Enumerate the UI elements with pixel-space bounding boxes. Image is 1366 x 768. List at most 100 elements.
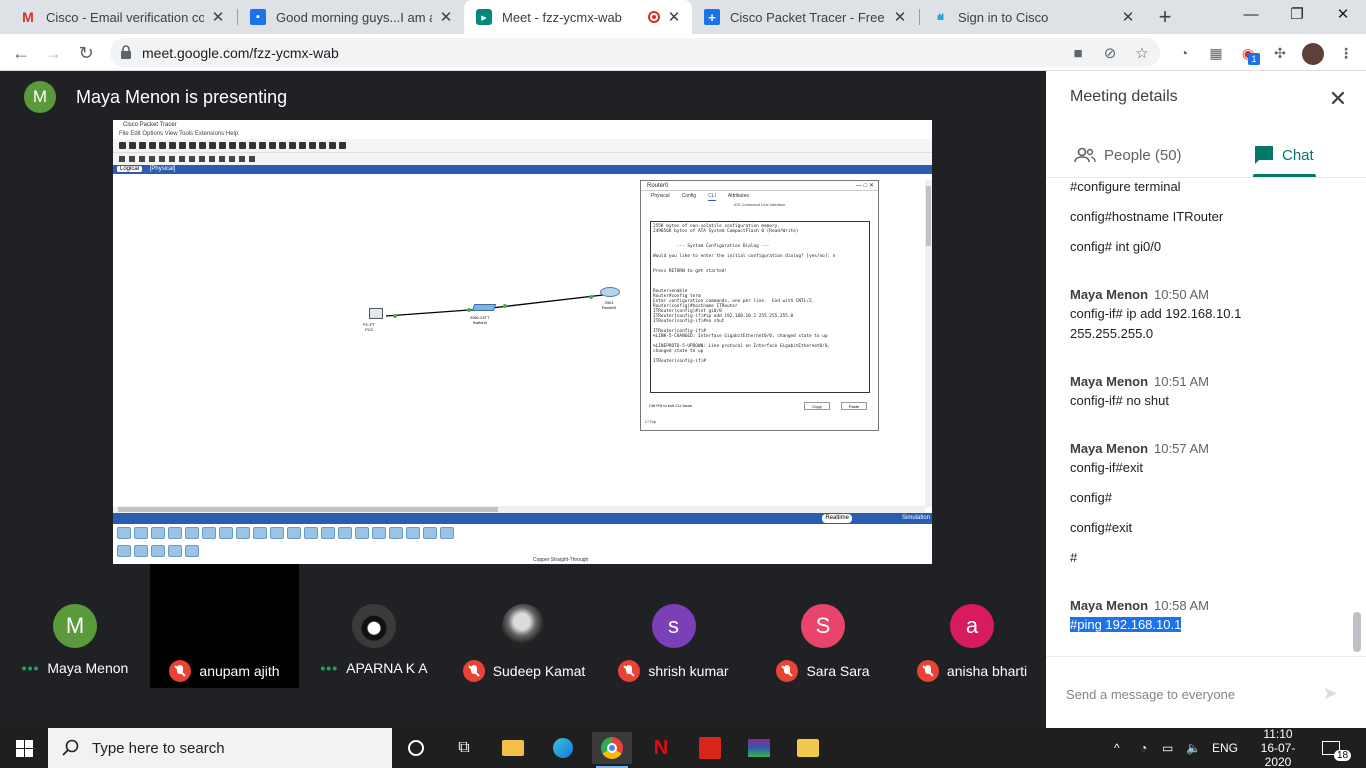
tab-people[interactable]: People (50) [1074, 133, 1182, 177]
chat-messages[interactable]: #configure terminal config#hostname ITRo… [1046, 177, 1366, 657]
task-view-icon[interactable]: ⧉ [444, 732, 484, 764]
router-tab-config[interactable]: Config [682, 191, 696, 201]
top-checkbox[interactable]: ☐ Top [645, 419, 656, 424]
router-tabs: Physical Config CLI Attributes [641, 191, 878, 201]
forward-button[interactable]: → [40, 40, 66, 66]
url-text: meet.google.com/fzz-ycmx-wab [142, 45, 339, 61]
pt-menu: File Edit Options View Tools Extensions … [119, 131, 239, 137]
reload-button[interactable]: ↻ [73, 40, 99, 66]
avatar[interactable] [1302, 43, 1324, 65]
tab-title: Good morning guys...I am atta [276, 9, 432, 25]
extension-icon[interactable]: ▦ [1206, 43, 1226, 63]
router-label: 2901 Router0 [602, 300, 617, 310]
presenter-avatar: M [24, 81, 56, 113]
cli-output[interactable]: 255K bytes of non-volatile configuration… [650, 221, 870, 393]
tab-meet[interactable]: ▸ Meet - fzz-ycmx-wab ✕ [464, 0, 692, 34]
extension-badge: 1 [1248, 53, 1260, 65]
participant-tile[interactable]: anupam ajith [150, 564, 299, 688]
packet-tracer-icon[interactable] [788, 732, 828, 764]
windows-start-icon[interactable] [4, 732, 44, 764]
network-icon[interactable]: ◔ [1140, 728, 1147, 768]
show-hidden-icon[interactable]: ^ [1114, 728, 1120, 768]
pt-horizontal-scrollbar[interactable] [113, 506, 925, 513]
tab-chat[interactable]: Chat [1254, 133, 1314, 177]
bookmark-star-icon[interactable]: ☆ [1132, 44, 1152, 64]
taskbar: Type here to search ⧉ N ^ ◔ ▭ 🔈 ENG 11:1… [0, 727, 1366, 768]
avatar: s [651, 604, 696, 648]
volume-icon[interactable]: 🔈 [1186, 728, 1201, 768]
participant-tile[interactable]: S Sara Sara [748, 564, 898, 688]
realtime-mode[interactable]: Realtime [822, 514, 852, 523]
address-bar[interactable]: meet.google.com/fzz-ycmx-wab ■ ⊘ ☆ [110, 38, 1160, 67]
router-tab-cli[interactable]: CLI [708, 191, 716, 201]
chat-message-header: Maya Menon 10:50 AM [1070, 287, 1209, 302]
lock-icon [121, 45, 131, 59]
camera-icon[interactable]: ■ [1068, 44, 1088, 64]
pt-vertical-scrollbar[interactable] [925, 180, 932, 507]
participant-name: APARNA K A [346, 660, 428, 676]
chat-input[interactable]: Send a message to everyone [1066, 687, 1235, 702]
people-icon [1074, 147, 1096, 163]
notification-count: 18 [1334, 750, 1352, 761]
battery-icon[interactable]: ▭ [1162, 728, 1173, 768]
restore-button[interactable]: ❐ [1274, 0, 1320, 34]
meet-icon: ▸ [476, 9, 492, 25]
language-indicator[interactable]: ENG [1212, 728, 1238, 768]
send-icon[interactable]: ➤ [1318, 681, 1342, 705]
simulation-mode[interactable]: Simulation [902, 513, 930, 524]
cli-heading: IOS Command Line Interface [733, 202, 786, 207]
participant-tile[interactable]: s shrish kumar [599, 564, 748, 688]
tab-classroom[interactable]: ▪ Good morning guys...I am atta ✕ [238, 0, 464, 34]
pc-label: PC-PT PC0 [363, 322, 375, 332]
menu-icon[interactable]: ⋮ [1336, 43, 1356, 63]
router-device-icon [600, 287, 620, 297]
close-tab-icon[interactable]: ✕ [892, 8, 908, 26]
tab-cisco-signin[interactable]: ılıl Sign in to Cisco ✕ [920, 0, 1146, 34]
winrar-icon[interactable] [739, 732, 779, 764]
close-tab-icon[interactable]: ✕ [1120, 8, 1136, 26]
participant-tile[interactable]: Sudeep Kamat [449, 564, 599, 688]
clock[interactable]: 11:10 16-07-2020 [1250, 727, 1306, 768]
extension-icon[interactable]: ◉1 [1238, 43, 1260, 65]
chat-message: config#hostname ITRouter [1070, 209, 1224, 224]
file-explorer-icon[interactable] [493, 732, 533, 764]
tab-title: Sign in to Cisco [958, 9, 1049, 25]
close-icon[interactable]: — □ ✕ [856, 181, 874, 191]
netflix-icon[interactable]: N [641, 732, 681, 764]
participant-tile[interactable]: ••• APARNA K A [299, 564, 449, 688]
chat-message: config-if#exit [1070, 460, 1143, 475]
participant-name: anisha bharti [946, 663, 1028, 679]
cable-label: Copper Straight-Through [533, 557, 589, 563]
pt-device-panel: Realtime Simulation Copper Straight-Thro… [113, 513, 932, 564]
chrome-icon[interactable] [592, 732, 632, 768]
taskbar-search[interactable]: Type here to search [48, 728, 392, 768]
minimize-button[interactable]: — [1228, 0, 1274, 34]
close-window-button[interactable]: ✕ [1320, 0, 1366, 34]
notifications-icon[interactable]: 18 [1322, 728, 1352, 768]
close-tab-icon[interactable]: ✕ [666, 8, 682, 26]
cli-paste-button[interactable]: Paste [841, 402, 867, 410]
participant-name: shrish kumar [648, 663, 729, 679]
edge-icon[interactable] [543, 732, 583, 764]
router-tab-physical[interactable]: Physical [651, 191, 670, 201]
acrobat-icon[interactable] [690, 732, 730, 764]
pt-logical-tab: Logical [117, 166, 143, 172]
browser-toolbar: ← → ↻ meet.google.com/fzz-ycmx-wab ■ ⊘ ☆… [0, 34, 1366, 71]
cli-copy-button[interactable]: Copy [804, 402, 830, 410]
cortana-icon[interactable] [396, 732, 436, 764]
tab-gmail[interactable]: M Cisco - Email verification code ✕ [8, 0, 236, 34]
close-tab-icon[interactable]: ✕ [438, 8, 454, 26]
extension-icon[interactable]: ◔ [1174, 43, 1194, 63]
participant-tile[interactable]: M ••• Maya Menon [0, 564, 150, 688]
close-panel-button[interactable]: ✕ [1326, 87, 1350, 111]
chat-scrollbar[interactable] [1353, 612, 1361, 652]
search-placeholder: Type here to search [92, 739, 225, 757]
participant-tile[interactable]: a anisha bharti [898, 564, 1046, 688]
new-tab-button[interactable]: + [1153, 5, 1177, 29]
eye-off-icon[interactable]: ⊘ [1100, 44, 1120, 64]
tab-packet-tracer[interactable]: + Cisco Packet Tracer - Free - do ✕ [692, 0, 918, 34]
puzzle-icon[interactable]: ✣ [1270, 43, 1290, 63]
back-button[interactable]: ← [8, 40, 34, 66]
close-tab-icon[interactable]: ✕ [210, 8, 226, 26]
router-tab-attributes[interactable]: Attributes [728, 191, 749, 201]
